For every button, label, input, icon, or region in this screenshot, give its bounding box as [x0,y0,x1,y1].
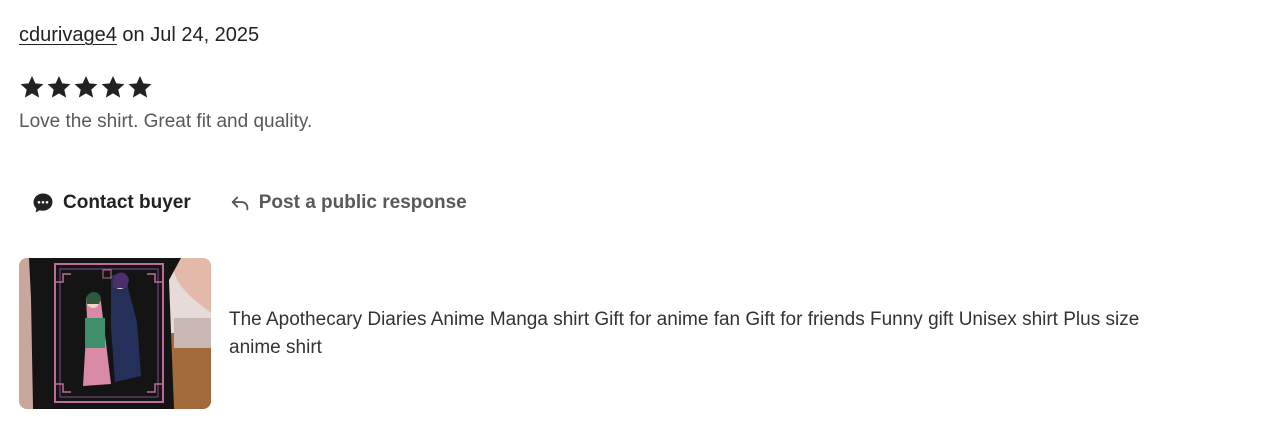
listing-thumbnail[interactable] [19,258,211,409]
listing-title-link[interactable]: The Apothecary Diaries Anime Manga shirt… [229,306,1189,362]
review-meta: cdurivage4 on Jul 24, 2025 [19,24,259,47]
review-text: Love the shirt. Great fit and quality. [19,111,313,132]
review-actions: Contact buyer Post a public response [31,188,467,218]
star-icon [101,75,125,98]
shirt-photo-image [19,258,211,409]
star-icon [74,75,98,98]
chat-bubble-icon [31,191,55,215]
review-card: cdurivage4 on Jul 24, 2025 Love the shir… [19,0,1249,440]
reply-arrow-icon [229,192,251,214]
review-date: on Jul 24, 2025 [116,24,260,46]
contact-buyer-label: Contact buyer [63,192,191,213]
star-icon [20,75,44,98]
post-public-response-label: Post a public response [258,192,467,213]
post-public-response-button[interactable]: Post a public response [229,192,467,214]
contact-buyer-button[interactable]: Contact buyer [31,191,191,215]
star-rating [19,72,153,104]
listing-card: The Apothecary Diaries Anime Manga shirt… [19,258,1189,409]
star-icon [128,75,152,98]
star-icon [47,75,71,98]
reviewer-username-link[interactable]: cdurivage4 [19,24,117,46]
